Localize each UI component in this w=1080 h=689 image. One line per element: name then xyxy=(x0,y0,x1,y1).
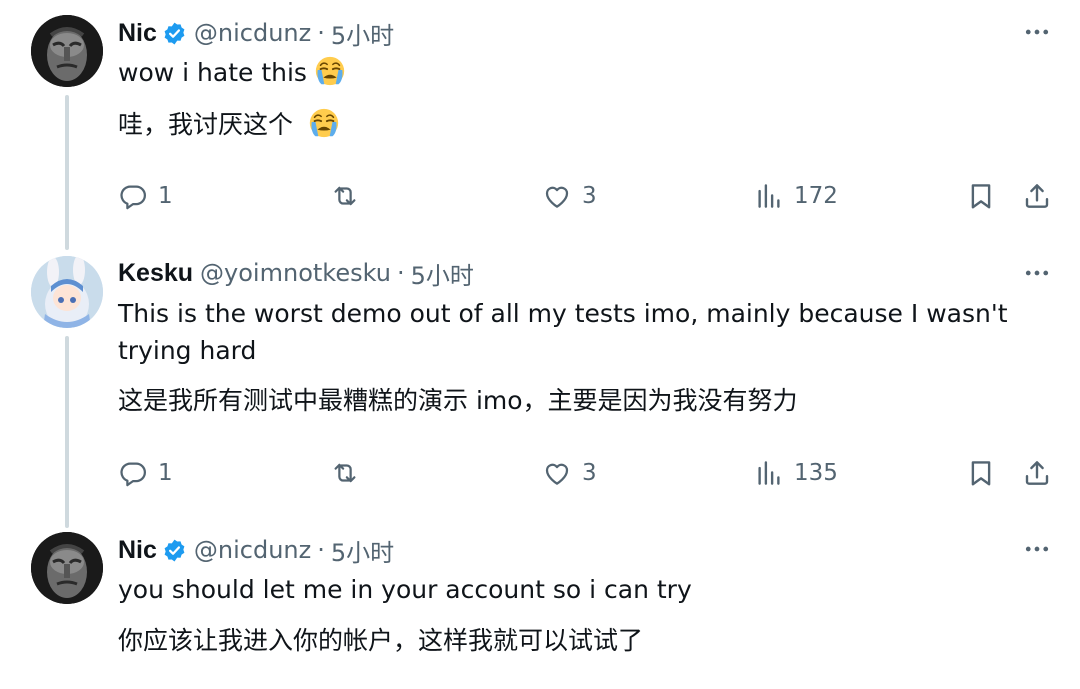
like-icon xyxy=(542,458,572,488)
display-name[interactable]: Kesku xyxy=(118,259,193,288)
avatar[interactable] xyxy=(31,256,103,328)
tweet-text-en: you should let me in your account so i c… xyxy=(118,575,692,604)
timestamp[interactable]: 5小时 xyxy=(331,16,394,51)
tweet-text-zh: 哇，我讨厌这个 xyxy=(118,110,294,139)
repost-icon xyxy=(330,181,360,211)
tweet-translation: 你应该让我进入你的帐户，这样我就可以试试了 xyxy=(118,622,1018,659)
like-count: 3 xyxy=(582,460,597,486)
bookmark-button[interactable] xyxy=(966,176,996,216)
like-count: 3 xyxy=(582,183,597,209)
thread-line xyxy=(65,95,69,250)
reply-button[interactable]: 1 xyxy=(118,176,173,216)
action-bar: 1 3 135 xyxy=(0,453,1080,493)
thread-line xyxy=(65,336,69,528)
tweet-text: This is the worst demo out of all my tes… xyxy=(118,295,1018,369)
repost-button[interactable] xyxy=(330,176,360,216)
verified-badge-icon xyxy=(162,538,187,563)
display-name[interactable]: Nic xyxy=(118,19,157,48)
like-button[interactable]: 3 xyxy=(542,176,597,216)
handle[interactable]: @nicdunz xyxy=(194,19,311,47)
tweet-text-en-line2: trying hard xyxy=(118,336,257,365)
tweet-text-zh: 这是我所有测试中最糟糕的演示 imo，主要是因为我没有努力 xyxy=(118,386,798,415)
tweet[interactable]: Nic @nicdunz · 5小时 you should let me in … xyxy=(0,528,1080,689)
tweet-text-en: wow i hate this xyxy=(118,58,307,87)
more-icon[interactable] xyxy=(1022,17,1052,47)
reply-icon xyxy=(118,458,148,488)
separator: · xyxy=(317,536,325,564)
tweet[interactable]: Kesku @yoimnotkesku · 5小时 This is the wo… xyxy=(0,250,1080,528)
reply-icon xyxy=(118,181,148,211)
view-count: 172 xyxy=(794,183,838,209)
views-icon xyxy=(754,181,784,211)
separator: · xyxy=(396,259,405,287)
display-name[interactable]: Nic xyxy=(118,536,157,565)
more-icon[interactable] xyxy=(1022,534,1052,564)
bookmark-icon xyxy=(966,458,996,488)
tweet-header: Nic @nicdunz · 5小时 xyxy=(118,533,394,567)
bookmark-button[interactable] xyxy=(966,453,996,493)
views-button[interactable]: 135 xyxy=(754,453,838,493)
loudly-crying-face-icon xyxy=(307,106,341,140)
bookmark-icon xyxy=(966,181,996,211)
reply-count: 1 xyxy=(158,460,173,486)
tweet-text: wow i hate this xyxy=(118,54,1018,91)
repost-icon xyxy=(330,458,360,488)
tweet-text-en-line1: This is the worst demo out of all my tes… xyxy=(118,299,1008,328)
action-bar: 1 3 172 xyxy=(0,176,1080,216)
like-button[interactable]: 3 xyxy=(542,453,597,493)
tweet-text-zh: 你应该让我进入你的帐户，这样我就可以试试了 xyxy=(118,626,644,655)
loudly-crying-face-icon xyxy=(313,54,347,88)
more-icon[interactable] xyxy=(1022,258,1052,288)
repost-button[interactable] xyxy=(330,453,360,493)
share-icon xyxy=(1022,181,1052,211)
handle[interactable]: @nicdunz xyxy=(194,536,311,564)
share-button[interactable] xyxy=(1022,176,1052,216)
reply-count: 1 xyxy=(158,183,173,209)
share-icon xyxy=(1022,458,1052,488)
tweet-translation: 这是我所有测试中最糟糕的演示 imo，主要是因为我没有努力 xyxy=(118,382,1018,419)
views-button[interactable]: 172 xyxy=(754,176,838,216)
view-count: 135 xyxy=(794,460,838,486)
tweet-header: Kesku @yoimnotkesku · 5小时 xyxy=(118,256,474,290)
timestamp[interactable]: 5小时 xyxy=(331,533,394,568)
tweet-translation: 哇，我讨厌这个 xyxy=(118,106,1018,143)
views-icon xyxy=(754,458,784,488)
reply-button[interactable]: 1 xyxy=(118,453,173,493)
verified-badge-icon xyxy=(162,21,187,46)
avatar[interactable] xyxy=(31,532,103,604)
like-icon xyxy=(542,181,572,211)
share-button[interactable] xyxy=(1022,453,1052,493)
tweet-header: Nic @nicdunz · 5小时 xyxy=(118,16,394,50)
tweet[interactable]: Nic @nicdunz · 5小时 wow i hate this 哇，我讨厌… xyxy=(0,0,1080,250)
separator: · xyxy=(317,19,325,47)
tweet-text: you should let me in your account so i c… xyxy=(118,571,1018,608)
timestamp[interactable]: 5小时 xyxy=(411,256,474,291)
avatar[interactable] xyxy=(31,15,103,87)
handle[interactable]: @yoimnotkesku xyxy=(200,259,391,287)
